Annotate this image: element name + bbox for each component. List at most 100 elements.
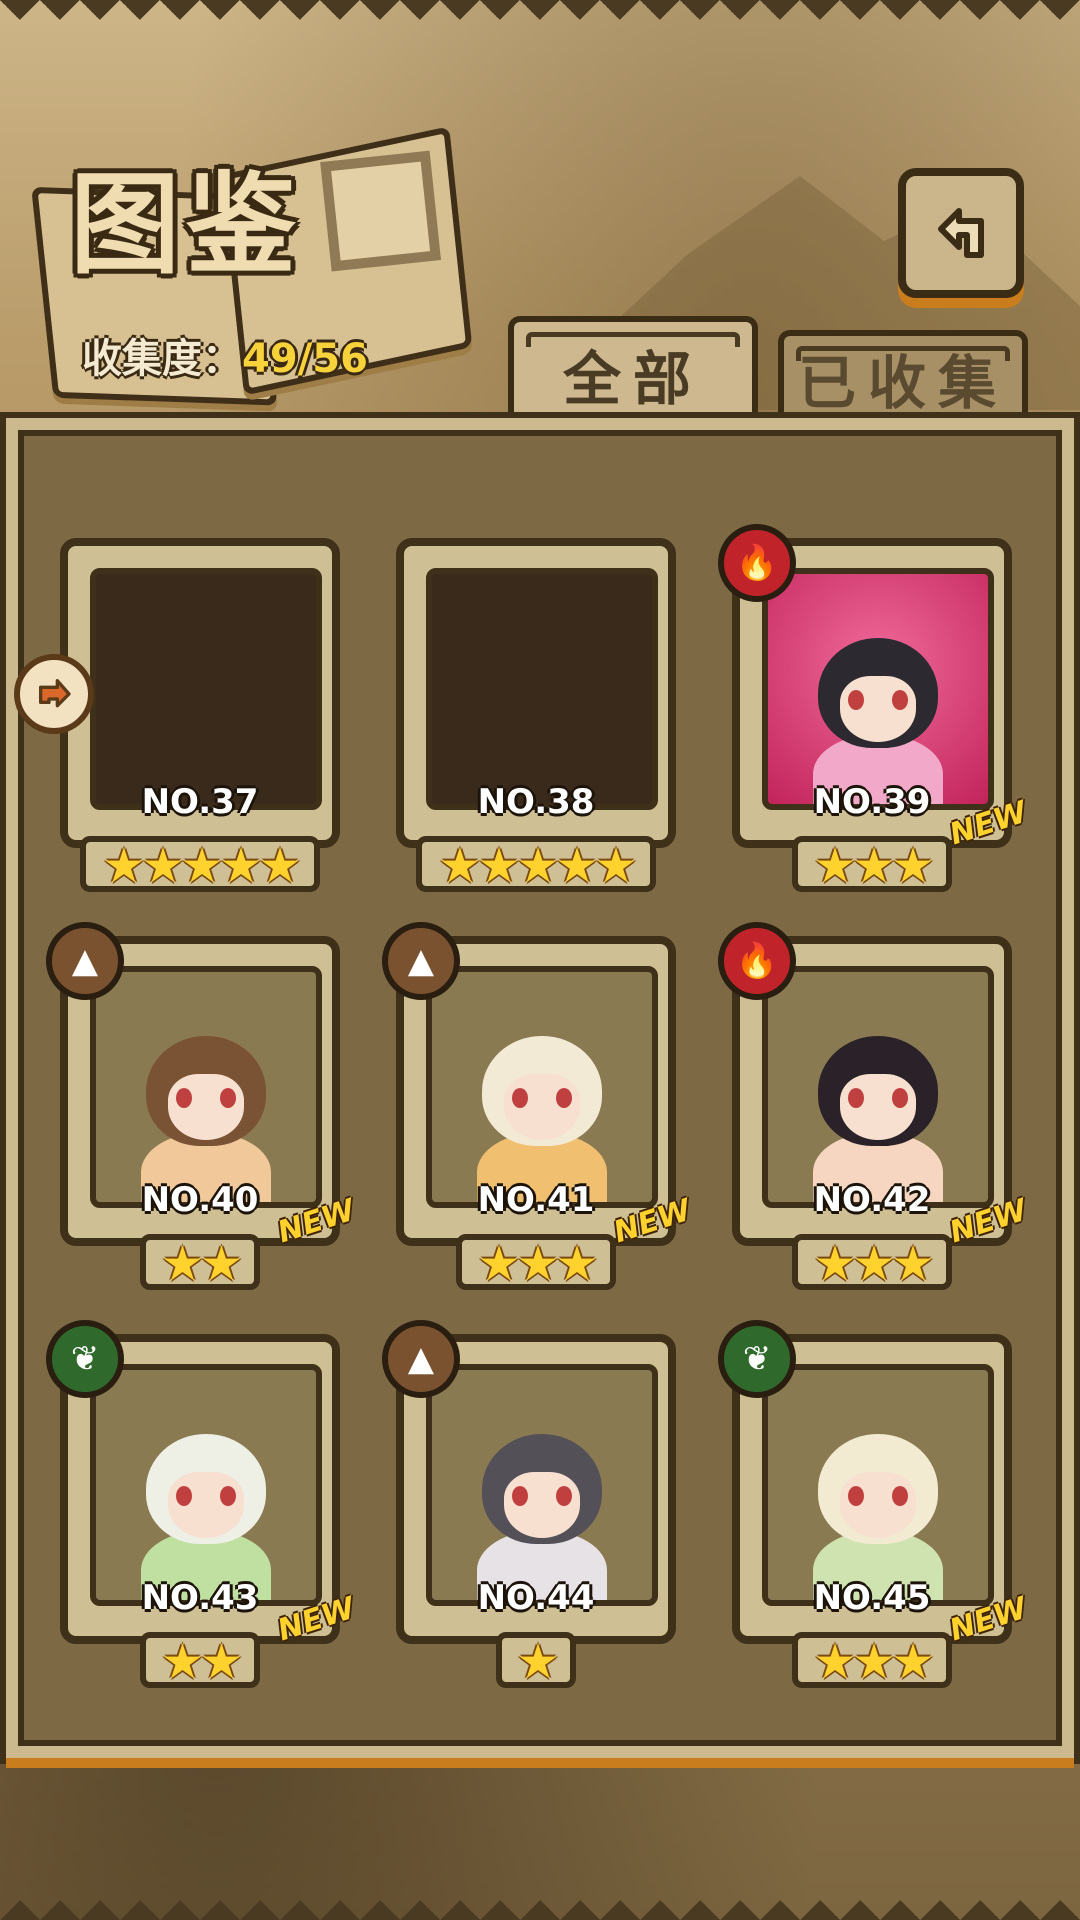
rarity-stars: ★★ <box>50 1236 350 1292</box>
card-frame: NO.37 <box>60 538 340 848</box>
mountain-icon: ▲ <box>382 1320 460 1398</box>
star-icon: ★ <box>891 1634 935 1690</box>
rarity-stars: ★★★ <box>722 1236 1022 1292</box>
leaf-icon: ❦ <box>46 1320 124 1398</box>
locked-silhouette <box>90 568 322 810</box>
star-icon: ★ <box>102 838 145 894</box>
character-card[interactable]: NO.38 ★★★★★ <box>386 538 686 898</box>
character-portrait <box>762 1364 994 1606</box>
page-title: 图鉴 <box>70 161 302 289</box>
character-card[interactable]: NO.41 ★★★ NEW ▲ <box>382 922 695 1296</box>
character-face <box>168 1074 244 1141</box>
star-icon: ★ <box>813 1634 856 1690</box>
character-portrait <box>90 966 322 1208</box>
tab-all[interactable]: 全部 <box>508 316 758 426</box>
rarity-stars: ★★★ <box>386 1236 686 1292</box>
character-eye <box>848 1486 864 1507</box>
leaf-icon: ❦ <box>718 1320 796 1398</box>
character-portrait <box>762 568 994 810</box>
character-face <box>504 1472 580 1539</box>
side-arrow-button[interactable] <box>14 654 94 734</box>
rarity-stars: ★★★★★ <box>386 838 686 894</box>
character-head <box>146 1434 266 1545</box>
card-frame: NO.38 <box>396 538 676 848</box>
star-icon: ★ <box>219 838 263 894</box>
character-eye <box>220 1088 236 1109</box>
star-icon: ★ <box>852 1236 895 1292</box>
character-eye <box>556 1486 572 1507</box>
character-portrait <box>426 1364 658 1606</box>
character-head <box>818 1036 938 1147</box>
mountain-icon: ▲ <box>46 922 124 1000</box>
character-card[interactable]: NO.40 ★★ NEW ▲ <box>46 922 359 1296</box>
bottom-border <box>0 1880 1080 1920</box>
star-icon: ★ <box>141 838 184 894</box>
character-card[interactable]: NO.39 ★★★ NEW 🔥 <box>718 524 1031 898</box>
flame-icon: 🔥 <box>718 524 796 602</box>
star-icon: ★ <box>477 838 520 894</box>
character-eye <box>556 1088 572 1109</box>
star-icon: ★ <box>555 838 599 894</box>
book-grid-icon <box>320 150 442 272</box>
star-icon: ★ <box>891 1236 935 1292</box>
character-eye <box>892 1486 908 1507</box>
collection-progress: 收集度：49/56 <box>82 326 368 384</box>
back-button[interactable] <box>898 168 1024 298</box>
star-icon: ★ <box>200 1236 243 1292</box>
character-head <box>146 1036 266 1147</box>
character-head <box>818 1434 938 1545</box>
character-head <box>482 1036 602 1147</box>
star-icon: ★ <box>813 838 856 894</box>
back-arrow-icon <box>938 208 984 258</box>
character-card[interactable]: NO.42 ★★★ NEW 🔥 <box>718 922 1031 1296</box>
star-icon: ★ <box>852 1634 895 1690</box>
character-card[interactable]: NO.43 ★★ NEW ❦ <box>46 1320 359 1694</box>
star-icon: ★ <box>891 838 935 894</box>
locked-silhouette <box>426 568 658 810</box>
star-icon: ★ <box>516 838 559 894</box>
character-face <box>840 1074 916 1141</box>
character-face <box>504 1074 580 1141</box>
card-number: NO.44 <box>477 1578 595 1618</box>
collection-value: 49/56 <box>242 336 368 382</box>
star-icon: ★ <box>438 838 481 894</box>
star-icon: ★ <box>852 838 895 894</box>
character-face <box>840 676 916 743</box>
top-border <box>0 0 1080 40</box>
character-eye <box>512 1088 528 1109</box>
star-icon: ★ <box>516 1634 559 1690</box>
character-eye <box>176 1486 192 1507</box>
star-icon: ★ <box>180 838 223 894</box>
character-eye <box>848 1088 864 1109</box>
character-eye <box>892 690 908 711</box>
rarity-stars: ★★★ <box>722 1634 1022 1690</box>
character-eye <box>220 1486 236 1507</box>
star-icon: ★ <box>516 1236 559 1292</box>
star-icon: ★ <box>200 1634 243 1690</box>
star-icon: ★ <box>555 1236 599 1292</box>
rarity-stars: ★★★ <box>722 838 1022 894</box>
character-eye <box>176 1088 192 1109</box>
star-icon: ★ <box>813 1236 856 1292</box>
mountain-icon: ▲ <box>382 922 460 1000</box>
rarity-stars: ★★ <box>50 1634 350 1690</box>
card-number: NO.37 <box>141 782 259 822</box>
rarity-stars: ★★★★★ <box>50 838 350 894</box>
character-portrait <box>762 966 994 1208</box>
collection-label: 收集度： <box>82 336 242 382</box>
star-icon: ★ <box>160 1236 204 1292</box>
star-icon: ★ <box>594 838 638 894</box>
character-card[interactable]: NO.45 ★★★ NEW ❦ <box>718 1320 1031 1694</box>
character-card[interactable]: NO.37 ★★★★★ <box>50 538 350 898</box>
character-portrait <box>426 966 658 1208</box>
character-card[interactable]: NO.44 ★ ▲ <box>382 1320 686 1694</box>
flame-icon: 🔥 <box>718 922 796 1000</box>
tab-collected[interactable]: 已收集 <box>778 330 1028 420</box>
character-head <box>482 1434 602 1545</box>
character-eye <box>892 1088 908 1109</box>
character-eye <box>512 1486 528 1507</box>
card-number: NO.38 <box>477 782 595 822</box>
star-icon: ★ <box>160 1634 204 1690</box>
character-portrait <box>90 1364 322 1606</box>
character-head <box>818 638 938 749</box>
